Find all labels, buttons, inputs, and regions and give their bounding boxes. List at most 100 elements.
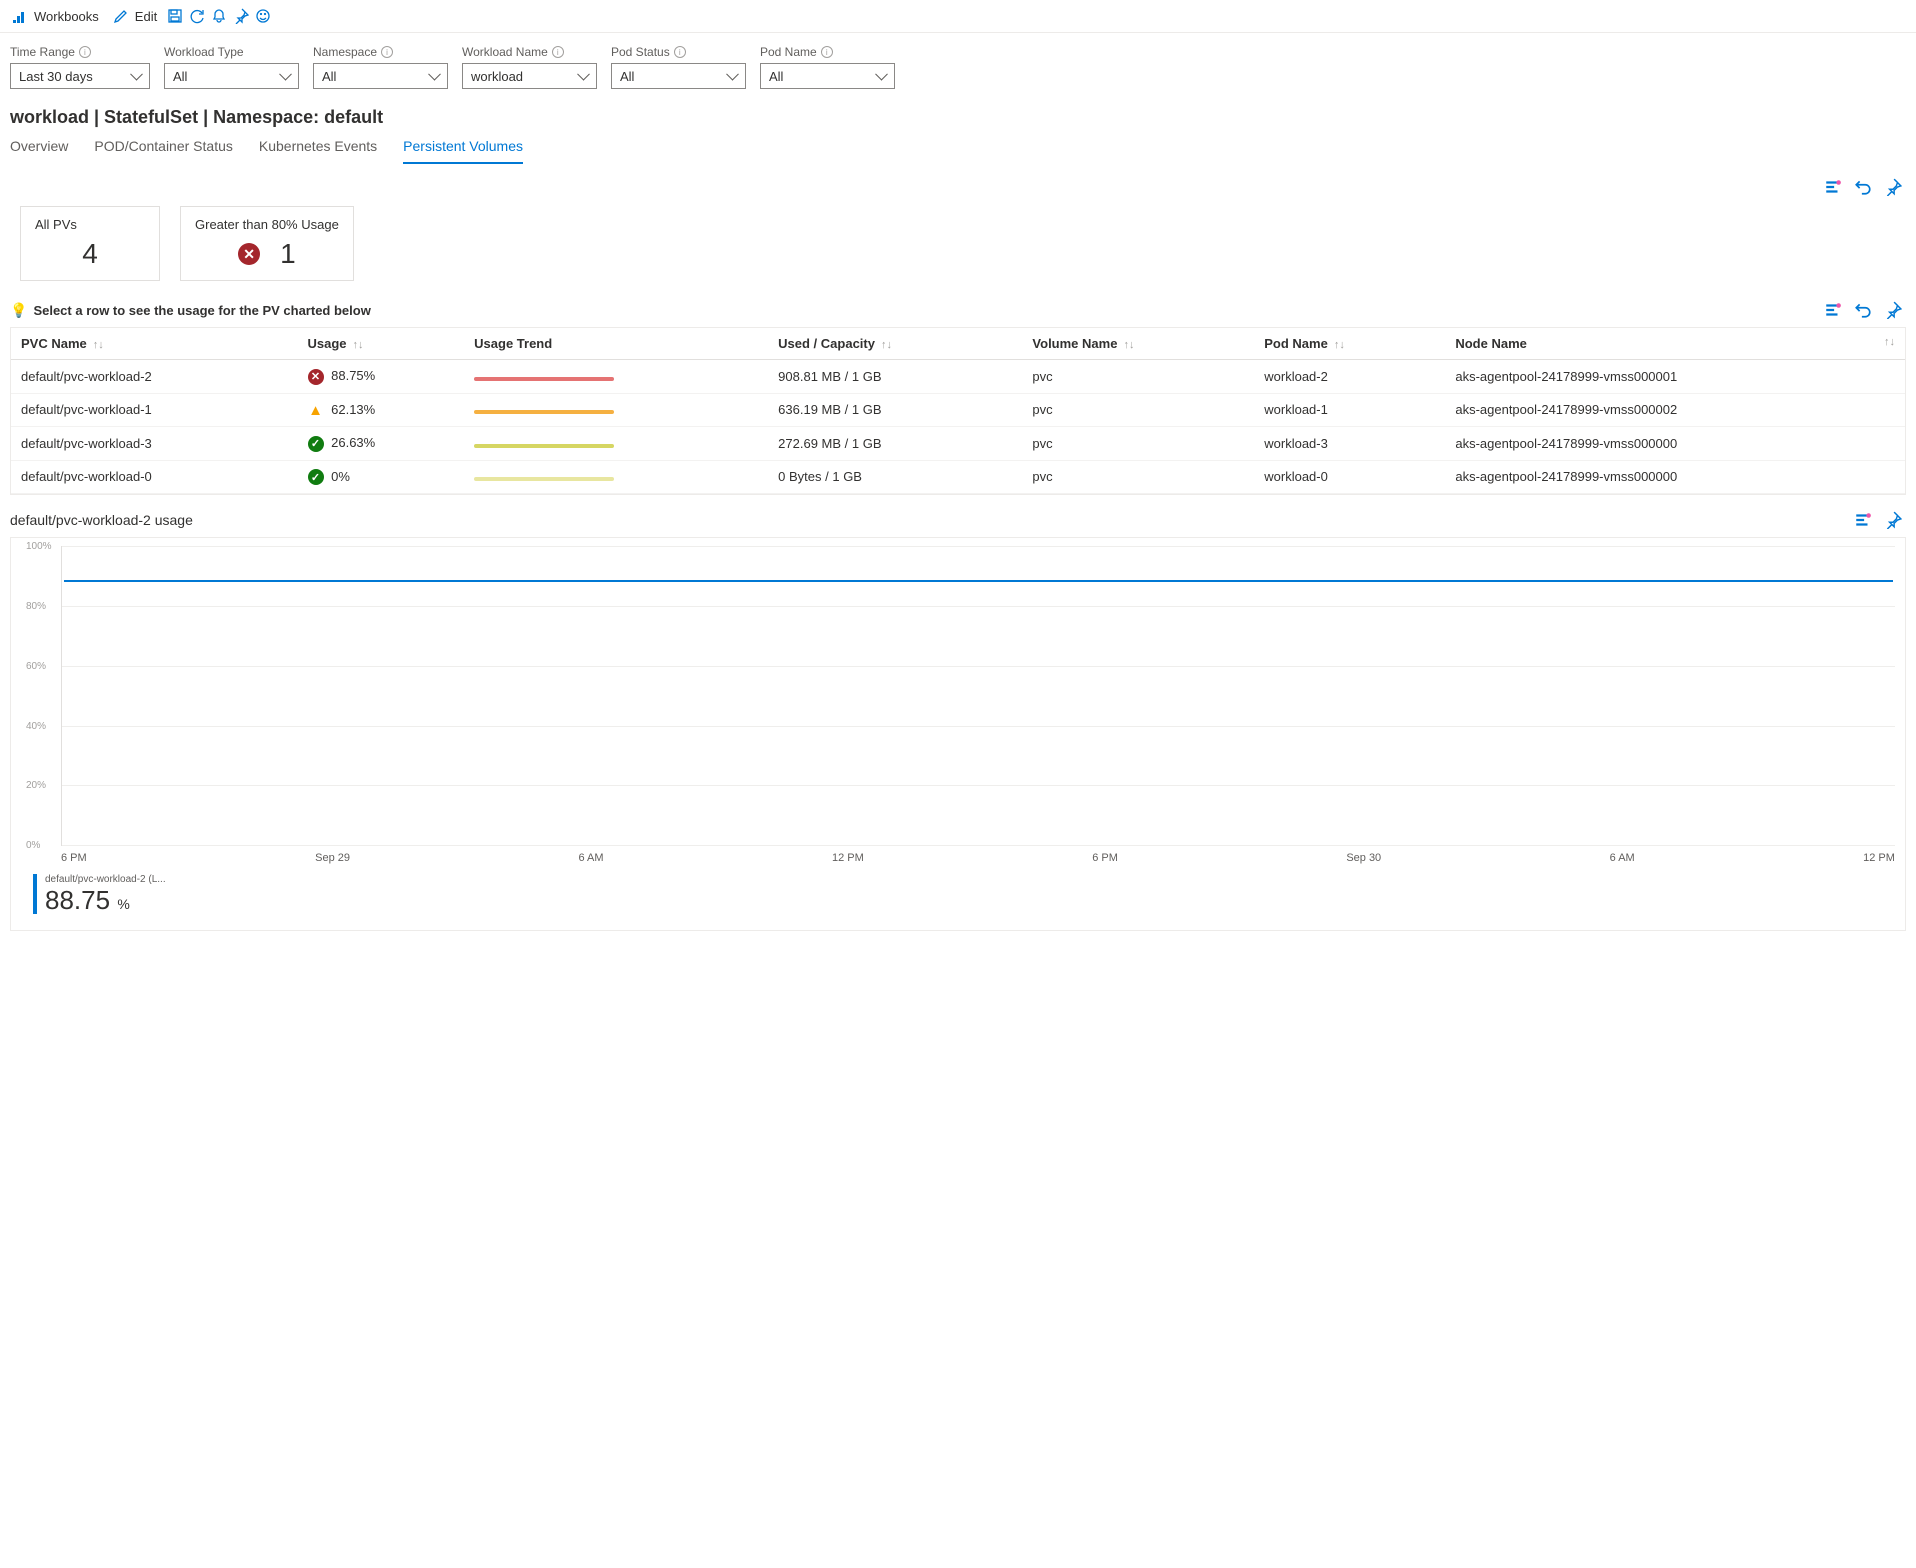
cell-usage: ✕ 88.75% <box>298 360 465 394</box>
cell-pvc-name: default/pvc-workload-0 <box>11 460 298 494</box>
cell-node-name: aks-agentpool-24178999-vmss000001 <box>1445 360 1905 394</box>
chart-series-line <box>64 580 1893 582</box>
y-tick-label: 20% <box>26 780 46 791</box>
chart-legend: default/pvc-workload-2 (L... 88.75 % <box>21 864 1895 920</box>
edit-label: Edit <box>135 9 157 24</box>
pin-icon[interactable] <box>1884 301 1902 319</box>
cell-usage-trend <box>464 427 768 461</box>
namespace-label: Namespace <box>313 45 377 59</box>
card-gt80[interactable]: Greater than 80% Usage ✕ 1 <box>180 206 354 281</box>
workbooks-button[interactable]: Workbooks <box>8 6 103 26</box>
x-tick-label: Sep 29 <box>315 852 350 864</box>
gridline: 0% <box>62 845 1895 846</box>
col-pvc-name[interactable]: PVC Name↑↓ <box>11 328 298 360</box>
info-icon: i <box>821 46 833 58</box>
sort-icon: ↑↓ <box>881 339 892 351</box>
sort-icon: ↑↓ <box>93 339 104 351</box>
filters-row: Time Rangei Last 30 days Workload Type A… <box>0 33 1916 97</box>
cell-pod-name: workload-3 <box>1254 427 1445 461</box>
tab-events[interactable]: Kubernetes Events <box>259 138 377 164</box>
pod-status-select[interactable]: All <box>611 63 746 89</box>
workload-type-select[interactable]: All <box>164 63 299 89</box>
info-icon: i <box>552 46 564 58</box>
card-gt80-value: 1 <box>280 238 296 270</box>
gridline: 20% <box>62 785 1895 786</box>
y-tick-label: 0% <box>26 840 40 851</box>
x-tick-label: 6 PM <box>61 852 87 864</box>
gridline: 100% <box>62 546 1895 547</box>
hint-text: Select a row to see the usage for the PV… <box>33 303 370 318</box>
cell-pod-name: workload-2 <box>1254 360 1445 394</box>
warning-status-icon <box>308 402 324 418</box>
legend-value: 88.75 % <box>45 885 166 916</box>
save-icon[interactable] <box>167 8 183 24</box>
col-usage-trend[interactable]: Usage Trend <box>464 328 768 360</box>
cell-used-capacity: 0 Bytes / 1 GB <box>768 460 1022 494</box>
cell-volume-name: pvc <box>1022 427 1254 461</box>
tab-overview[interactable]: Overview <box>10 138 68 164</box>
refresh-icon[interactable] <box>189 8 205 24</box>
pin-icon[interactable] <box>1884 511 1902 529</box>
undo-icon[interactable] <box>1854 178 1872 196</box>
kpi-cards: All PVs 4 Greater than 80% Usage ✕ 1 <box>0 202 1916 291</box>
time-range-select[interactable]: Last 30 days <box>10 63 150 89</box>
trend-sparkline <box>474 477 614 481</box>
cell-node-name: aks-agentpool-24178999-vmss000002 <box>1445 393 1905 427</box>
tab-persistent-volumes[interactable]: Persistent Volumes <box>403 138 523 164</box>
log-analytics-icon[interactable] <box>1824 178 1842 196</box>
cell-volume-name: pvc <box>1022 360 1254 394</box>
pencil-icon <box>113 8 129 24</box>
ok-status-icon: ✓ <box>308 436 324 452</box>
filter-time-range: Time Rangei Last 30 days <box>10 45 150 89</box>
table-row[interactable]: default/pvc-workload-3✓ 26.63%272.69 MB … <box>11 427 1905 461</box>
pin-icon[interactable] <box>1884 178 1902 196</box>
section-actions-2 <box>1824 301 1902 319</box>
undo-icon[interactable] <box>1854 301 1872 319</box>
col-used-capacity[interactable]: Used / Capacity↑↓ <box>768 328 1022 360</box>
col-volume-name[interactable]: Volume Name↑↓ <box>1022 328 1254 360</box>
x-axis: 6 PMSep 296 AM12 PM6 PMSep 306 AM12 PM <box>61 846 1895 864</box>
y-tick-label: 100% <box>26 541 52 552</box>
workload-name-select[interactable]: workload <box>462 63 597 89</box>
pin-icon[interactable] <box>233 8 249 24</box>
table-row[interactable]: default/pvc-workload-2✕ 88.75%908.81 MB … <box>11 360 1905 394</box>
table-header-row: PVC Name↑↓ Usage↑↓ Usage Trend Used / Ca… <box>11 328 1905 360</box>
sort-icon: ↑↓ <box>1123 339 1134 351</box>
info-icon: i <box>381 46 393 58</box>
x-tick-label: 6 AM <box>578 852 603 864</box>
col-node-name[interactable]: Node Name↑↓ <box>1445 328 1905 360</box>
legend-color-bar <box>33 874 37 914</box>
x-tick-label: Sep 30 <box>1346 852 1381 864</box>
sort-icon: ↑↓ <box>353 339 364 351</box>
trend-sparkline <box>474 377 614 381</box>
table-row[interactable]: default/pvc-workload-1 62.13%636.19 MB /… <box>11 393 1905 427</box>
cell-usage: 62.13% <box>298 393 465 427</box>
trend-sparkline <box>474 444 614 448</box>
card-all-pvs[interactable]: All PVs 4 <box>20 206 160 281</box>
cell-used-capacity: 272.69 MB / 1 GB <box>768 427 1022 461</box>
cell-usage-trend <box>464 360 768 394</box>
pod-name-select[interactable]: All <box>760 63 895 89</box>
cell-usage-trend <box>464 393 768 427</box>
cell-used-capacity: 908.81 MB / 1 GB <box>768 360 1022 394</box>
tab-pod-status[interactable]: POD/Container Status <box>94 138 233 164</box>
col-pod-name[interactable]: Pod Name↑↓ <box>1254 328 1445 360</box>
chart-box: 100%80%60%40%20%0% 6 PMSep 296 AM12 PM6 … <box>10 537 1906 931</box>
namespace-select[interactable]: All <box>313 63 448 89</box>
table-row[interactable]: default/pvc-workload-0✓ 0%0 Bytes / 1 GB… <box>11 460 1905 494</box>
col-usage[interactable]: Usage↑↓ <box>298 328 465 360</box>
lightbulb-icon: 💡 <box>10 302 27 319</box>
chart-area[interactable]: 100%80%60%40%20%0% <box>61 546 1895 846</box>
edit-button[interactable]: Edit <box>109 6 161 26</box>
alert-icon[interactable] <box>211 8 227 24</box>
filter-pod-status: Pod Statusi All <box>611 45 746 89</box>
cell-usage-trend <box>464 460 768 494</box>
log-analytics-icon[interactable] <box>1824 301 1842 319</box>
y-tick-label: 40% <box>26 721 46 732</box>
error-status-icon: ✕ <box>238 243 260 265</box>
cell-volume-name: pvc <box>1022 460 1254 494</box>
gridline: 60% <box>62 666 1895 667</box>
log-analytics-icon[interactable] <box>1854 511 1872 529</box>
feedback-icon[interactable] <box>255 8 271 24</box>
section-actions-1 <box>0 164 1916 202</box>
